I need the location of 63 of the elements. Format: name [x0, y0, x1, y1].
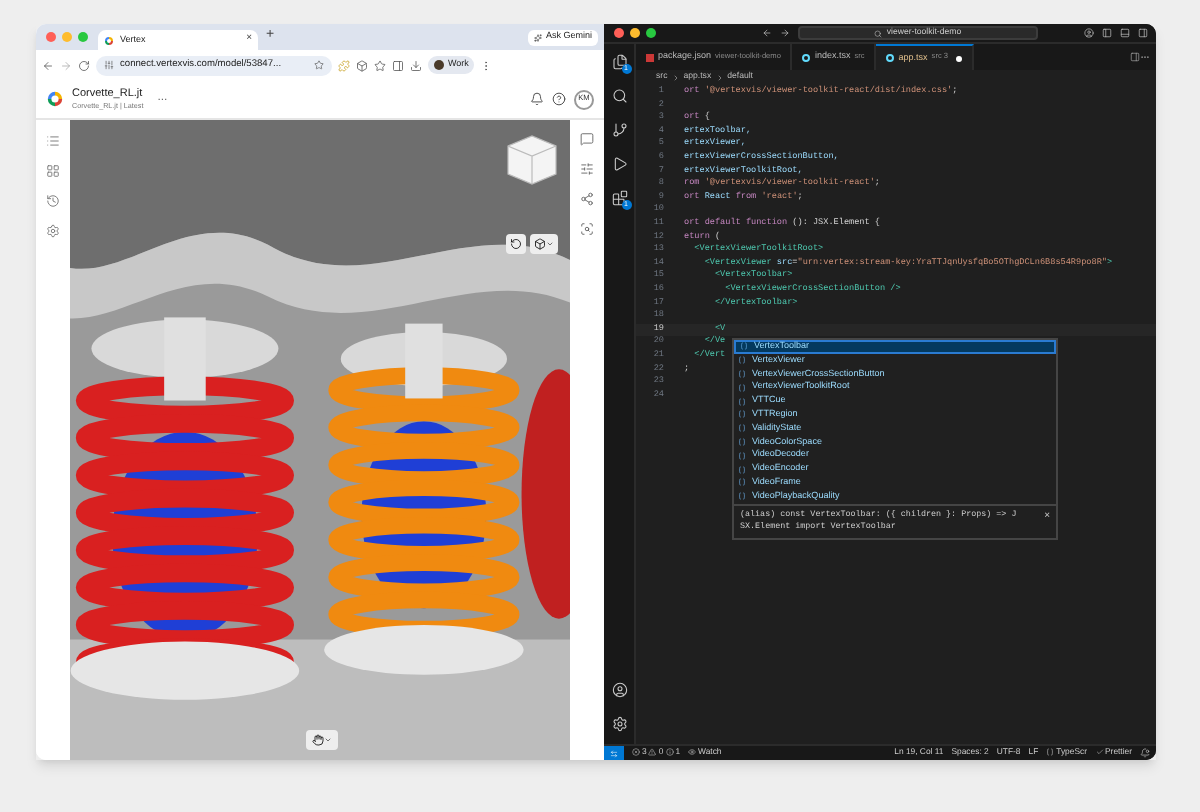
search-icon	[874, 29, 883, 37]
cube-icon	[534, 238, 546, 250]
symbol-icon	[738, 410, 746, 419]
extensions-icon[interactable]	[611, 190, 627, 206]
symbol-icon	[738, 369, 746, 378]
focus-icon[interactable]	[580, 222, 594, 236]
source-control-icon[interactable]	[611, 122, 627, 138]
sparkle-icon	[533, 33, 542, 41]
error-icon	[632, 748, 640, 757]
symbol-icon	[740, 342, 748, 351]
hand-icon	[312, 734, 324, 746]
nodes-icon[interactable]	[580, 192, 594, 206]
view-mode-button[interactable]	[530, 234, 558, 254]
account-icon[interactable]	[611, 682, 627, 698]
split-editor-icon[interactable]	[1130, 52, 1140, 62]
download-icon[interactable]	[410, 59, 422, 71]
search-icon[interactable]	[611, 88, 627, 104]
symbol-icon	[738, 424, 746, 433]
logo-icon	[46, 90, 64, 108]
reset-view-button[interactable]	[506, 234, 526, 254]
json-file-icon	[646, 53, 654, 61]
rotate-icon	[510, 238, 522, 250]
back-icon[interactable]	[42, 59, 54, 71]
symbol-icon	[738, 478, 746, 487]
grid-icon[interactable]	[46, 164, 60, 178]
symbol-icon	[738, 451, 746, 460]
explorer-icon[interactable]	[611, 54, 627, 70]
symbol-icon	[738, 356, 746, 365]
symbol-icon	[738, 492, 746, 501]
help-icon[interactable]	[552, 92, 566, 106]
panel-right-icon[interactable]	[1138, 28, 1148, 38]
settings-icon[interactable]	[611, 716, 627, 732]
star-icon[interactable]	[314, 60, 324, 70]
site-settings-icon[interactable]	[104, 60, 114, 70]
pan-tool-button[interactable]	[306, 730, 338, 750]
sliders-icon[interactable]	[580, 162, 594, 176]
warning-icon	[648, 748, 657, 757]
panel-bottom-icon[interactable]	[1120, 28, 1130, 38]
symbol-icon	[738, 437, 746, 446]
remote-icon	[610, 749, 618, 757]
panel-left-icon[interactable]	[1102, 28, 1112, 38]
eye-icon	[688, 748, 697, 757]
react-file-icon	[886, 54, 895, 62]
account-icon[interactable]	[1084, 28, 1094, 38]
symbol-icon	[738, 465, 746, 474]
bookmark-icon[interactable]	[374, 59, 386, 71]
reload-icon[interactable]	[78, 59, 90, 71]
cube-icon[interactable]	[356, 59, 368, 71]
back-icon[interactable]	[762, 28, 772, 38]
logo-icon	[104, 35, 114, 45]
info-icon	[665, 748, 674, 757]
braces-icon	[1046, 748, 1055, 757]
side-panel-icon[interactable]	[392, 59, 404, 71]
view-cube-icon[interactable]	[502, 130, 562, 190]
react-file-icon	[802, 53, 811, 61]
notification-icon[interactable]	[530, 92, 544, 106]
symbol-icon	[738, 397, 746, 406]
run-debug-icon[interactable]	[611, 156, 627, 172]
symbol-icon	[738, 383, 746, 392]
person-icon	[434, 60, 444, 70]
history-icon[interactable]	[46, 194, 60, 208]
forward-icon[interactable]	[780, 28, 790, 38]
comment-icon[interactable]	[580, 132, 594, 146]
